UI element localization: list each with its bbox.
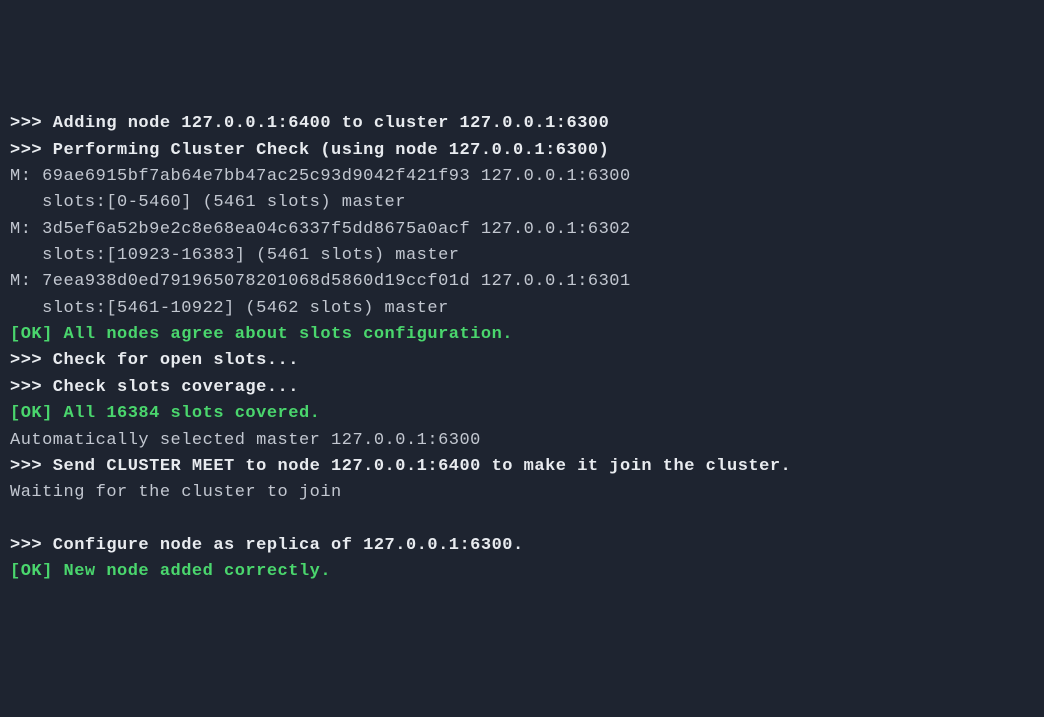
terminal-output: >>> Adding node 127.0.0.1:6400 to cluste… [10,111,1034,585]
terminal-line: slots:[0-5460] (5461 slots) master [10,190,1034,216]
terminal-line: Waiting for the cluster to join [10,480,1034,506]
terminal-line: [OK] All 16384 slots covered. [10,401,1034,427]
terminal-line: >>> Check slots coverage... [10,375,1034,401]
terminal-line: >>> Send CLUSTER MEET to node 127.0.0.1:… [10,454,1034,480]
terminal-line: slots:[5461-10922] (5462 slots) master [10,296,1034,322]
terminal-line [10,507,1034,533]
terminal-line: slots:[10923-16383] (5461 slots) master [10,243,1034,269]
terminal-line: M: 7eea938d0ed791965078201068d5860d19ccf… [10,269,1034,295]
terminal-line: M: 3d5ef6a52b9e2c8e68ea04c6337f5dd8675a0… [10,217,1034,243]
terminal-line: >>> Adding node 127.0.0.1:6400 to cluste… [10,111,1034,137]
terminal-line: Automatically selected master 127.0.0.1:… [10,428,1034,454]
terminal-line: >>> Configure node as replica of 127.0.0… [10,533,1034,559]
terminal-line: M: 69ae6915bf7ab64e7bb47ac25c93d9042f421… [10,164,1034,190]
terminal-line: >>> Performing Cluster Check (using node… [10,138,1034,164]
terminal-line: [OK] All nodes agree about slots configu… [10,322,1034,348]
terminal-line: >>> Check for open slots... [10,348,1034,374]
terminal-line: [OK] New node added correctly. [10,559,1034,585]
